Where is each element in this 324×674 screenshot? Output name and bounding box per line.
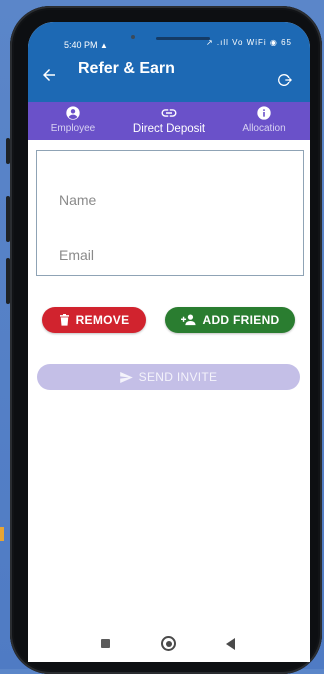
add-friend-button-label: ADD FRIEND	[202, 313, 280, 327]
tab-allocation[interactable]: Allocation	[228, 102, 300, 140]
system-nav-bar	[28, 626, 310, 662]
tab-employee[interactable]: Employee	[38, 102, 108, 140]
logout-button[interactable]	[274, 70, 294, 90]
tab-label-employee: Employee	[50, 123, 96, 134]
remove-button-label: REMOVE	[75, 313, 130, 327]
link-icon	[160, 105, 178, 121]
back-button[interactable]	[38, 64, 60, 86]
name-input[interactable]	[37, 185, 303, 215]
home-icon[interactable]	[161, 636, 176, 651]
arrow-left-icon	[43, 69, 55, 81]
page-title: Refer & Earn	[78, 60, 175, 77]
tab-direct-deposit[interactable]: Direct Deposit	[124, 102, 214, 140]
phone-side-button	[6, 138, 10, 164]
trash-icon	[59, 314, 69, 326]
recent-apps-icon[interactable]	[101, 639, 110, 648]
add-friend-button[interactable]: ADD FRIEND	[165, 307, 295, 333]
remove-button[interactable]: REMOVE	[42, 307, 146, 333]
friend-form-card	[36, 150, 304, 276]
status-bar: 5:40 PM ▲ ↗ .ıll Vo WiFi ◉ 65	[28, 22, 310, 56]
tab-label-direct-deposit: Direct Deposit	[132, 123, 206, 135]
tab-label-allocation: Allocation	[242, 123, 286, 134]
email-input[interactable]	[37, 240, 303, 270]
app-screen: 5:40 PM ▲ ↗ .ıll Vo WiFi ◉ 65 Refer & Ea…	[28, 22, 310, 662]
front-camera	[131, 35, 135, 39]
app-bar: Refer & Earn	[28, 56, 310, 102]
back-nav-icon[interactable]	[226, 638, 235, 650]
person-icon	[64, 105, 82, 121]
status-icons: ↗ .ıll Vo WiFi ◉ 65	[205, 38, 292, 47]
speaker-notch	[156, 37, 210, 40]
logout-icon	[278, 73, 292, 86]
send-invite-button[interactable]: SEND INVITE	[37, 364, 300, 390]
phone-side-button	[6, 258, 10, 304]
warning-icon: ▲	[100, 41, 108, 50]
send-invite-button-label: SEND INVITE	[138, 370, 218, 384]
status-time: 5:40 PM ▲	[64, 40, 108, 50]
add-person-icon	[180, 314, 196, 326]
send-icon	[119, 371, 133, 383]
tab-bar: Employee Direct Deposit Allocation	[28, 102, 310, 140]
info-icon	[255, 105, 273, 121]
phone-side-button	[6, 196, 10, 242]
background-accent	[0, 527, 4, 541]
